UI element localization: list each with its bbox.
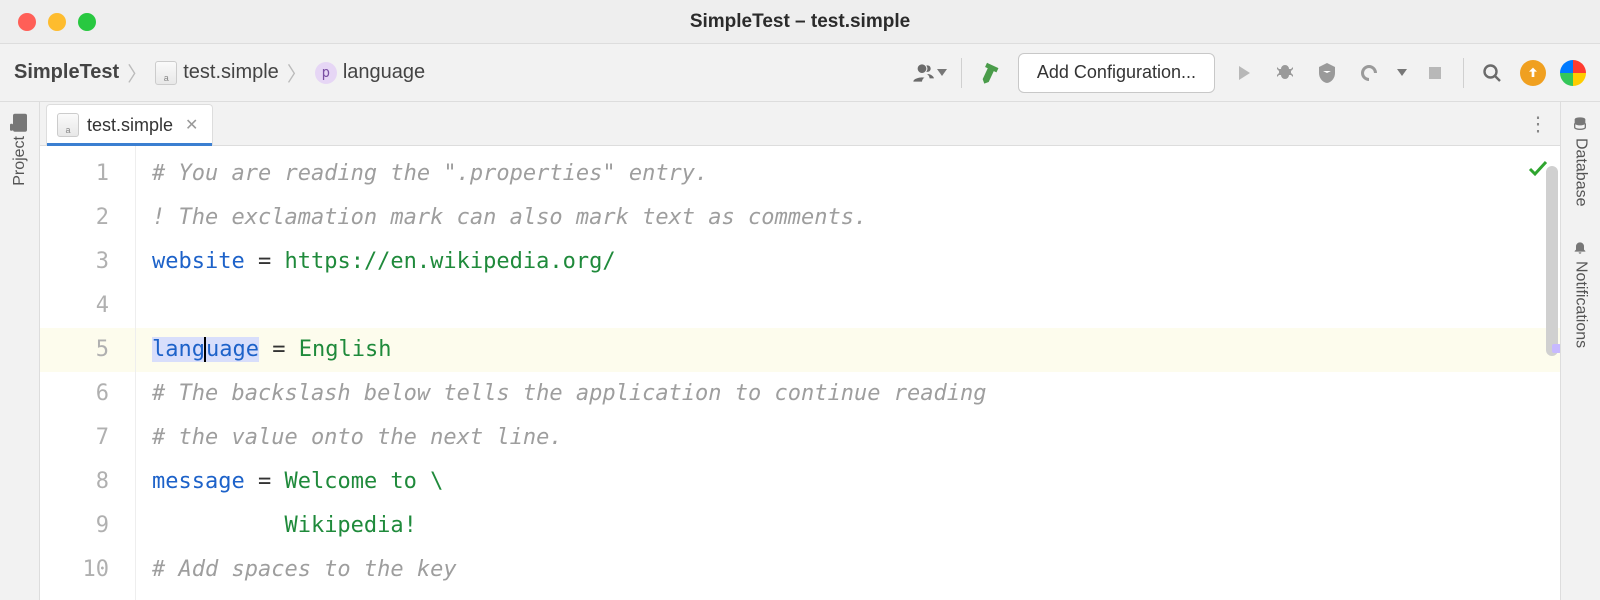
code-comment: # You are reading the ".properties" entr… [152, 161, 708, 186]
folder-icon [13, 114, 27, 132]
window-controls [0, 13, 96, 31]
file-icon [155, 62, 177, 84]
tool-tab-label: Database [1572, 138, 1590, 207]
chevron-down-icon [937, 69, 947, 76]
build-button[interactable] [976, 59, 1004, 87]
scrollbar-marker [1552, 344, 1560, 353]
update-available-button[interactable] [1520, 60, 1546, 86]
code-content[interactable]: # You are reading the ".properties" entr… [136, 146, 1560, 600]
line-number: 4 [40, 284, 109, 328]
code-comment: # the value onto the next line. [152, 425, 563, 450]
code-area: 1 2 3 4 5 6 7 8 9 10 # You are reading t… [40, 146, 1560, 600]
property-icon: p [315, 62, 337, 84]
toolbar-divider [1463, 58, 1464, 88]
bell-icon [1573, 239, 1589, 255]
editor-area: test.simple ✕ ⋮ 1 2 3 4 5 6 7 8 9 10 [40, 102, 1560, 600]
project-tool-tab[interactable]: Project [11, 110, 29, 192]
run-button[interactable] [1229, 59, 1257, 87]
chevron-right-icon: 〉 [127, 58, 147, 87]
code-equals: = [245, 469, 285, 494]
code-value: https://en.wikipedia.org/ [284, 249, 615, 274]
code-value: Welcome to \ [284, 469, 443, 494]
left-tool-strip: Project [0, 102, 40, 600]
run-configuration-select[interactable]: Add Configuration... [1018, 53, 1215, 93]
right-tool-strip: Database Notifications [1560, 102, 1600, 600]
code-key-selected: uage [206, 337, 259, 362]
breadcrumb-symbol-label: language [343, 61, 425, 84]
debug-button[interactable] [1271, 59, 1299, 87]
search-button[interactable] [1478, 59, 1506, 87]
toolbar-right: Add Configuration... [909, 53, 1586, 93]
code-equals: = [259, 337, 299, 362]
line-number: 5 [40, 328, 135, 372]
line-number: 8 [40, 460, 109, 504]
line-number: 2 [40, 196, 109, 240]
minimize-window-button[interactable] [48, 13, 66, 31]
tool-tab-label: Project [11, 136, 29, 186]
code-comment: # Add spaces to the key [152, 557, 457, 582]
line-number: 10 [40, 548, 109, 592]
chevron-down-icon[interactable] [1397, 69, 1407, 76]
main-toolbar: SimpleTest 〉 test.simple 〉 p language Ad… [0, 44, 1600, 102]
fullscreen-window-button[interactable] [78, 13, 96, 31]
close-window-button[interactable] [18, 13, 36, 31]
database-icon [1573, 116, 1589, 132]
notifications-tool-tab[interactable]: Notifications [1572, 233, 1590, 354]
code-equals: = [245, 249, 285, 274]
code-with-me-button[interactable] [909, 60, 947, 86]
editor-tab[interactable]: test.simple ✕ [46, 104, 213, 145]
chevron-right-icon: 〉 [287, 58, 307, 87]
stop-button[interactable] [1421, 59, 1449, 87]
body-area: Project test.simple ✕ ⋮ 1 2 3 4 5 [0, 102, 1600, 600]
titlebar: SimpleTest – test.simple [0, 0, 1600, 44]
breadcrumb: SimpleTest 〉 test.simple 〉 p language [14, 58, 903, 87]
code-indent [152, 513, 284, 538]
breadcrumb-symbol[interactable]: p language [315, 61, 425, 84]
code-key-selected: lang [152, 337, 205, 362]
file-icon [57, 113, 79, 137]
line-number: 1 [40, 152, 109, 196]
jetbrains-toolbox-icon[interactable] [1560, 60, 1586, 86]
coverage-button[interactable] [1313, 59, 1341, 87]
profile-button[interactable] [1355, 59, 1383, 87]
scrollbar-thumb[interactable] [1546, 166, 1558, 356]
line-number: 7 [40, 416, 109, 460]
code-comment: ! The exclamation mark can also mark tex… [152, 205, 867, 230]
line-number: 6 [40, 372, 109, 416]
breadcrumb-file[interactable]: test.simple [155, 61, 279, 84]
gutter[interactable]: 1 2 3 4 5 6 7 8 9 10 [40, 146, 136, 600]
window-title: SimpleTest – test.simple [690, 11, 910, 33]
close-tab-button[interactable]: ✕ [181, 115, 198, 135]
code-content-wrap: # You are reading the ".properties" entr… [136, 146, 1560, 600]
editor-tab-label: test.simple [87, 115, 173, 136]
tool-tab-label: Notifications [1572, 261, 1590, 348]
code-key: website [152, 249, 245, 274]
editor-tabbar: test.simple ✕ ⋮ [40, 102, 1560, 146]
code-comment: # The backslash below tells the applicat… [152, 381, 986, 406]
code-value: Wikipedia! [284, 513, 416, 538]
breadcrumb-project[interactable]: SimpleTest [14, 61, 119, 84]
database-tool-tab[interactable]: Database [1572, 110, 1590, 213]
code-key: message [152, 469, 245, 494]
editor-scrollbar[interactable] [1544, 146, 1560, 600]
line-number: 9 [40, 504, 109, 548]
tab-options-button[interactable]: ⋮ [1528, 111, 1550, 136]
app-window: SimpleTest – test.simple SimpleTest 〉 te… [0, 0, 1600, 600]
breadcrumb-file-label: test.simple [183, 61, 279, 84]
toolbar-divider [961, 58, 962, 88]
line-number: 3 [40, 240, 109, 284]
code-value: English [299, 337, 392, 362]
